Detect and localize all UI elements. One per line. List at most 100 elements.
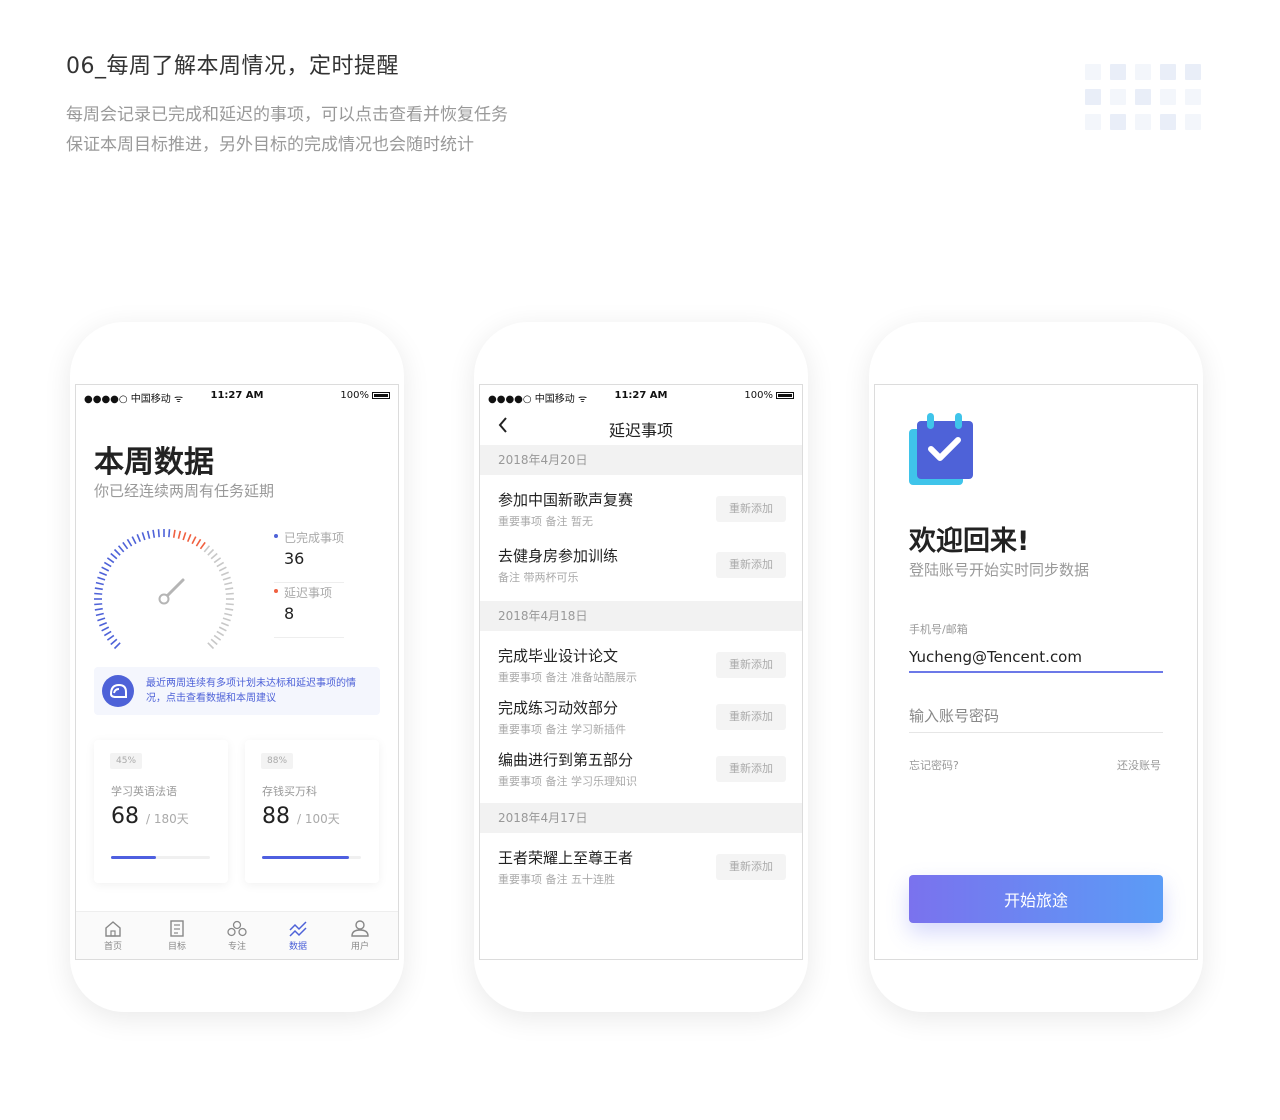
gauge-tick <box>220 571 229 577</box>
gauge-tick <box>101 566 110 572</box>
item-title: 完成练习动效部分 <box>498 699 619 717</box>
item-meta: 重要事项 备注 学习乐理知识 <box>498 775 637 788</box>
gauge-tick <box>191 536 197 545</box>
item-title: 编曲进行到第五部分 <box>498 751 634 769</box>
message-icon <box>102 675 134 707</box>
item-title: 完成毕业设计论文 <box>498 647 619 665</box>
description-line-1: 每周会记录已完成和延迟的事项，可以点击查看并恢复任务 <box>66 105 508 125</box>
suggestion-tip[interactable]: 最近两周连续有多项计划未达标和延迟事项的情况，点击查看数据和本周建议 <box>94 667 380 715</box>
gauge-tick <box>218 626 227 632</box>
goal-total: / 100天 <box>297 812 340 826</box>
gauge-tick <box>113 548 121 556</box>
readd-button[interactable]: 重新添加 <box>716 552 786 578</box>
tab-data[interactable]: 数据 <box>276 920 320 952</box>
gauge-tick <box>216 561 225 568</box>
phone-delayed-items: ●●●●○ 中国移动 ᯤ 11:27 AM 100% 延迟事项 2018年4月2… <box>474 322 808 1012</box>
gauge-tick <box>210 552 218 560</box>
goal-percent-badge: 45% <box>110 753 143 769</box>
tab-bar: 首页 目标 专注 数据 用户 <box>76 911 398 959</box>
home-icon <box>105 921 121 937</box>
gauge-tick <box>177 530 182 539</box>
decorative-grid <box>1085 64 1201 130</box>
start-journey-button[interactable]: 开始旅途 <box>909 875 1163 923</box>
date-header: 2018年4月18日 <box>480 601 802 631</box>
register-link[interactable]: 还没账号 <box>1117 757 1161 773</box>
tab-goals[interactable]: 目标 <box>155 920 199 952</box>
delayed-count: 8 <box>284 604 295 623</box>
item-meta: 重要事项 备注 五十连胜 <box>498 873 615 886</box>
tab-home[interactable]: 首页 <box>91 920 135 952</box>
phone-login: 欢迎回来! 登陆账号开始实时同步数据 手机号/邮箱 忘记密码? 还没账号 开始旅… <box>869 322 1203 1012</box>
gauge-tick <box>225 587 234 591</box>
gauge-tick <box>157 529 160 538</box>
gauge-tick <box>213 634 222 641</box>
page-description: 每周会记录已完成和延迟的事项，可以点击查看并恢复任务 保证本周目标推进，另外目标… <box>66 100 508 160</box>
calendar-check-logo-icon <box>909 413 973 485</box>
gauge-tick <box>97 576 106 581</box>
status-bar: ●●●●○ 中国移动 ᯤ 11:27 AM 100% <box>76 385 398 405</box>
item-meta: 备注 带两杯可乐 <box>498 571 579 584</box>
account-label: 手机号/邮箱 <box>909 623 968 636</box>
readd-button[interactable]: 重新添加 <box>716 704 786 730</box>
completed-label: 已完成事项 <box>284 531 345 545</box>
gauge-tick <box>224 581 233 586</box>
readd-button[interactable]: 重新添加 <box>716 756 786 782</box>
gauge-tick <box>117 545 125 553</box>
item-title: 参加中国新歌声复赛 <box>498 491 634 509</box>
gauge-tick <box>186 534 192 543</box>
goal-card[interactable]: 45% 学习英语法语 68 / 180天 <box>94 740 228 883</box>
readd-button[interactable]: 重新添加 <box>716 496 786 522</box>
tab-user[interactable]: 用户 <box>338 920 382 952</box>
goal-value: 88 / 100天 <box>262 804 340 829</box>
forgot-password-link[interactable]: 忘记密码? <box>909 757 959 773</box>
delayed-label: 延迟事项 <box>284 586 333 600</box>
gauge-tick <box>122 541 129 550</box>
gauge-tick <box>210 638 218 646</box>
item-title: 王者荣耀上至尊王者 <box>498 849 634 867</box>
battery-status: 100% <box>340 390 390 401</box>
gauge-tick <box>222 617 231 622</box>
gauge-tick <box>146 530 151 539</box>
tab-focus[interactable]: 专注 <box>215 920 259 952</box>
password-input[interactable] <box>909 699 1163 733</box>
page-title: 06_每周了解本周情况，定时提醒 <box>66 54 399 79</box>
gauge-tick <box>94 607 103 611</box>
date-header: 2018年4月20日 <box>480 445 802 475</box>
date-header: 2018年4月17日 <box>480 803 802 833</box>
gauge-tick <box>131 536 137 545</box>
gauge-tick <box>95 612 104 617</box>
gauge-tick <box>110 552 118 560</box>
battery-icon <box>776 392 794 399</box>
readd-button[interactable]: 重新添加 <box>716 652 786 678</box>
goal-name: 学习英语法语 <box>111 785 177 798</box>
goal-total: / 180天 <box>146 812 189 826</box>
gauge-tick <box>225 592 234 595</box>
account-input[interactable] <box>909 643 1163 673</box>
nav-title: 延迟事项 <box>608 421 673 440</box>
delayed-item: 完成练习动效部分 重要事项 备注 学习新插件 重新添加 <box>480 683 802 736</box>
gauge-tick <box>195 538 202 547</box>
goal-progress-bar <box>111 856 210 859</box>
gauge-tick <box>225 607 234 611</box>
goal-percent-badge: 88% <box>261 753 294 769</box>
gauge-tick <box>106 634 115 641</box>
gauge-tick <box>218 566 227 572</box>
gauge-tick <box>136 534 142 543</box>
gauge-tick <box>103 561 112 568</box>
welcome-title: 欢迎回来! <box>909 526 1030 557</box>
gauge-tick <box>199 541 206 550</box>
gauge-tick <box>172 529 176 538</box>
battery-status: 100% <box>744 390 794 401</box>
phone-weekly-data: ●●●●○ 中国移动 ᯤ 11:27 AM 100% 本周数据 你已经连续两周有… <box>70 322 404 1012</box>
screen-weekly-data: ●●●●○ 中国移动 ᯤ 11:27 AM 100% 本周数据 你已经连续两周有… <box>75 384 399 960</box>
gauge-tick <box>110 638 118 646</box>
goal-card[interactable]: 88% 存钱买万科 88 / 100天 <box>245 740 379 883</box>
welcome-subtitle: 登陆账号开始实时同步数据 <box>909 561 1090 579</box>
item-meta: 重要事项 备注 暂无 <box>498 515 593 528</box>
gauge-tick <box>225 603 234 606</box>
gauge-tick <box>220 621 229 627</box>
gauge-tick <box>99 621 108 627</box>
readd-button[interactable]: 重新添加 <box>716 854 786 880</box>
delayed-dot <box>274 589 278 593</box>
goal-name: 存钱买万科 <box>262 785 317 798</box>
